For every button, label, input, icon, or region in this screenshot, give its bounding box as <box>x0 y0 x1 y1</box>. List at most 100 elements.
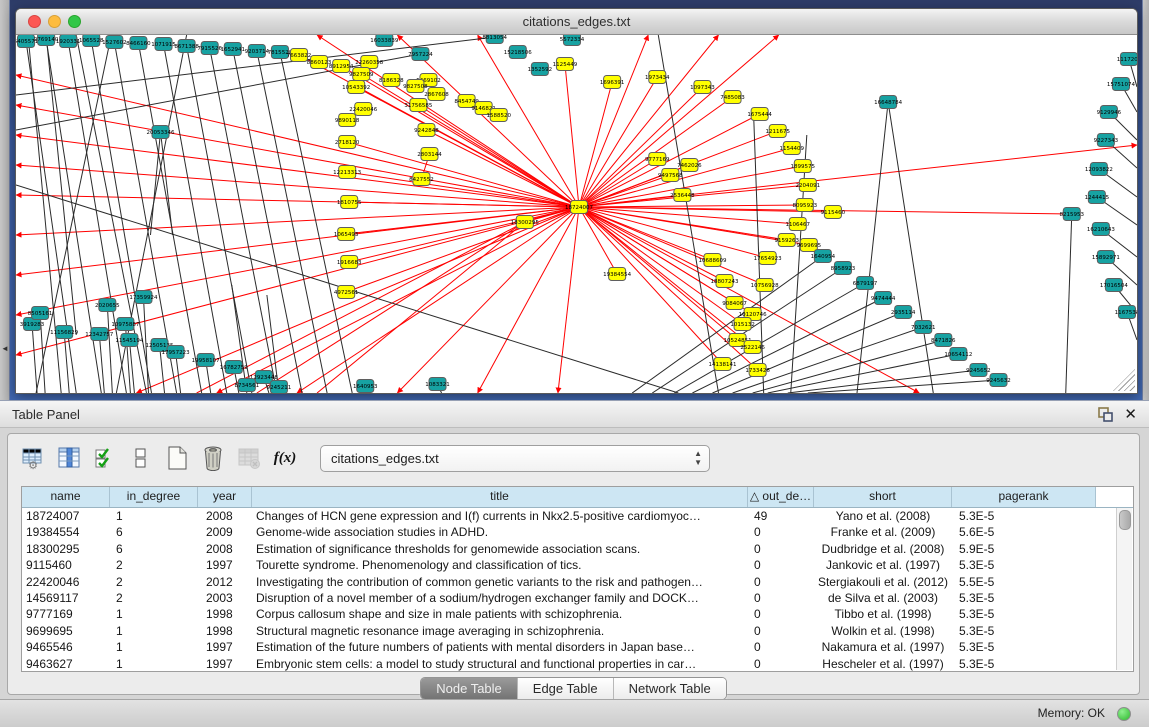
network-node[interactable]: 16033839 <box>370 35 399 47</box>
network-node-highlighted[interactable]: 8912954 <box>329 60 354 73</box>
table-cell[interactable]: Dudbridge et al. (2008) <box>814 541 952 557</box>
network-node-highlighted[interactable]: 8186328 <box>379 74 404 87</box>
table-cell[interactable]: 1997 <box>198 639 252 655</box>
network-node[interactable]: 8466160 <box>126 37 151 50</box>
network-node-highlighted[interactable]: 1916683 <box>337 256 362 269</box>
column-header-year[interactable]: year <box>198 487 252 507</box>
function-builder-icon[interactable]: f(x) <box>270 444 300 472</box>
table-cell[interactable]: 0 <box>748 656 814 672</box>
table-cell[interactable]: 0 <box>748 623 814 639</box>
network-node-highlighted[interactable]: 8095923 <box>793 199 818 212</box>
table-cell[interactable]: Franke et al. (2009) <box>814 524 952 540</box>
network-node[interactable]: 5572334 <box>560 35 585 46</box>
table-cell[interactable]: 5.5E-5 <box>952 574 1096 590</box>
network-node[interactable]: 15751074 <box>1107 78 1136 91</box>
table-cell[interactable]: 18724007 <box>22 508 110 524</box>
network-node[interactable]: 7032621 <box>911 321 936 334</box>
network-node-highlighted[interactable]: 7485083 <box>720 91 745 104</box>
table-row[interactable]: 946554611997Estimation of the future num… <box>22 639 1133 655</box>
network-window-titlebar[interactable]: citations_edges.txt <box>16 9 1137 35</box>
table-cell[interactable]: 5.3E-5 <box>952 656 1096 672</box>
network-node-highlighted[interactable]: 1106467 <box>786 218 811 231</box>
table-cell[interactable]: 0 <box>748 639 814 655</box>
table-cell[interactable]: 2009 <box>198 524 252 540</box>
table-cell[interactable]: 1997 <box>198 557 252 573</box>
table-cell[interactable]: Yano et al. (2008) <box>814 508 952 524</box>
table-cell[interactable]: Estimation of the future numbers of pati… <box>252 639 748 655</box>
table-settings-icon[interactable]: ⚙ <box>18 444 48 472</box>
table-row[interactable]: 1456911722003Disruption of a novel membe… <box>22 590 1133 606</box>
table-cell[interactable]: 0 <box>748 606 814 622</box>
network-node-highlighted[interactable]: 2803144 <box>417 148 442 161</box>
table-cell[interactable]: 0 <box>748 557 814 573</box>
table-row[interactable]: 1872400712008Changes of HCN gene express… <box>22 508 1133 524</box>
tab-node-table[interactable]: Node Table <box>421 678 517 699</box>
network-node[interactable]: 1244415 <box>1085 191 1110 204</box>
network-node[interactable]: 6879197 <box>853 277 878 290</box>
network-node[interactable]: 17016504 <box>1100 279 1129 292</box>
table-cell[interactable]: 19384554 <box>22 524 110 540</box>
table-row[interactable]: 969969511998Structural magnetic resonanc… <box>22 623 1133 639</box>
select-all-icon[interactable] <box>90 444 120 472</box>
create-new-icon[interactable] <box>162 444 192 472</box>
table-cell[interactable]: 14569117 <box>22 590 110 606</box>
network-node-highlighted[interactable]: 22260358 <box>355 56 384 69</box>
network-node[interactable]: 1652941 <box>221 43 246 56</box>
table-cell[interactable]: 6 <box>110 541 198 557</box>
network-node[interactable]: 2935114 <box>891 306 916 319</box>
network-node[interactable]: 9245211 <box>267 381 292 394</box>
table-cell[interactable]: 5.9E-5 <box>952 541 1096 557</box>
network-node[interactable]: 12093822 <box>1085 163 1113 176</box>
table-cell[interactable]: 2 <box>110 574 198 590</box>
table-cell[interactable]: Wolkin et al. (1998) <box>814 623 952 639</box>
table-cell[interactable]: 0 <box>748 541 814 557</box>
table-cell[interactable]: 0 <box>748 590 814 606</box>
network-node[interactable]: 16210643 <box>1087 223 1116 236</box>
network-node[interactable]: 8958923 <box>831 262 856 275</box>
network-node-highlighted[interactable]: 17654923 <box>754 252 783 265</box>
table-cell[interactable]: Estimation of significance thresholds fo… <box>252 541 748 557</box>
table-cell[interactable]: 5.3E-5 <box>952 590 1096 606</box>
network-node[interactable]: 19958107 <box>192 354 221 367</box>
table-cell[interactable]: 9115460 <box>22 557 110 573</box>
network-node-highlighted[interactable]: 7462026 <box>677 159 702 172</box>
table-cell[interactable]: Structural magnetic resonance image aver… <box>252 623 748 639</box>
network-node[interactable]: 8505161 <box>28 307 53 320</box>
network-node-highlighted[interactable]: 9115460 <box>821 206 846 219</box>
table-cell[interactable]: 5.3E-5 <box>952 623 1096 639</box>
table-cell[interactable]: 1 <box>110 508 198 524</box>
table-cell[interactable]: 2012 <box>198 574 252 590</box>
table-cell[interactable]: 1 <box>110 606 198 622</box>
tab-edge-table[interactable]: Edge Table <box>517 678 613 699</box>
network-node[interactable]: 9203714 <box>245 45 270 58</box>
network-node[interactable]: 2020655 <box>95 299 120 312</box>
network-node-highlighted[interactable]: 1097343 <box>690 81 715 94</box>
table-cell[interactable]: 5.6E-5 <box>952 524 1096 540</box>
table-row[interactable]: 1938455462009Genome-wide association stu… <box>22 524 1133 540</box>
network-node[interactable]: 9245652 <box>966 364 991 377</box>
network-node[interactable]: 1167533 <box>1115 306 1137 319</box>
network-node-highlighted[interactable]: 1065493 <box>334 228 359 241</box>
table-cell[interactable]: Jankovic et al. (1997) <box>814 557 952 573</box>
network-node[interactable]: 1065528 <box>79 35 104 47</box>
table-cell[interactable]: 2003 <box>198 590 252 606</box>
column-header-name[interactable]: name <box>22 487 110 507</box>
network-node-highlighted[interactable]: 19384554 <box>603 268 632 281</box>
network-graph[interactable]: 1872400718300295193845545405571276914019… <box>16 35 1137 393</box>
table-cell[interactable]: 0 <box>748 524 814 540</box>
table-cell[interactable]: 49 <box>748 508 814 524</box>
column-header-pagerank[interactable]: pagerank <box>952 487 1096 507</box>
network-node-highlighted[interactable]: 2718120 <box>335 136 360 149</box>
table-cell[interactable]: 9777169 <box>22 606 110 622</box>
table-cell[interactable]: Tourette syndrome. Phenomenology and cla… <box>252 557 748 573</box>
table-row[interactable]: 911546021997Tourette syndrome. Phenomeno… <box>22 557 1133 573</box>
table-cell[interactable]: 2008 <box>198 541 252 557</box>
network-node[interactable]: 9245632 <box>986 374 1011 387</box>
table-cell[interactable]: Tibbo et al. (1998) <box>814 606 952 622</box>
table-row[interactable]: 2242004622012Investigating the contribut… <box>22 574 1133 590</box>
deselect-all-icon[interactable] <box>126 444 156 472</box>
table-cell[interactable]: 2 <box>110 590 198 606</box>
network-node[interactable]: 1527602 <box>102 36 127 49</box>
table-cell[interactable]: 18300295 <box>22 541 110 557</box>
table-cell[interactable]: 9463627 <box>22 656 110 672</box>
